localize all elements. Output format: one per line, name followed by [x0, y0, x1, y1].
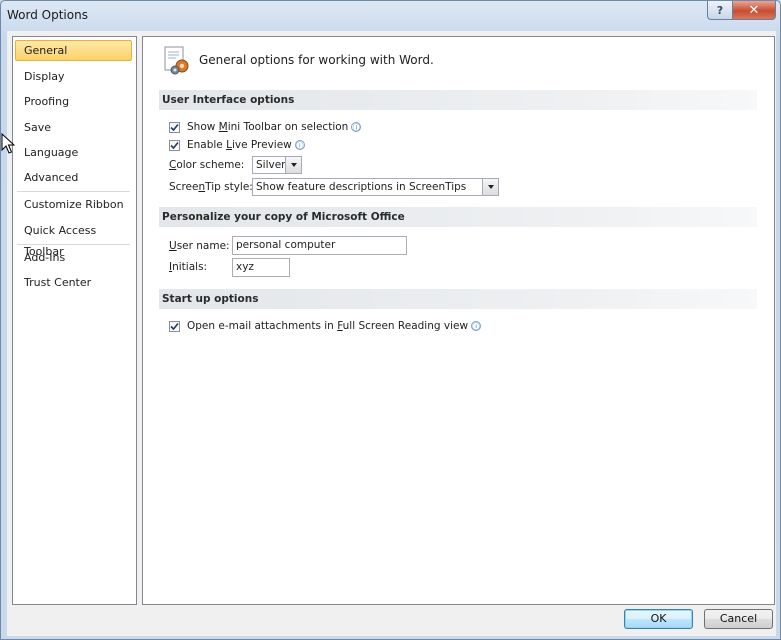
- mini-toolbar-checkbox[interactable]: [169, 121, 180, 133]
- initials-label: Initials:: [169, 261, 208, 273]
- close-button[interactable]: ✕: [732, 1, 776, 20]
- nav-item-display[interactable]: Display: [15, 66, 132, 87]
- nav-item-language[interactable]: Language: [15, 142, 132, 163]
- fullscreen-reading-checkbox[interactable]: [169, 320, 180, 332]
- help-button[interactable]: ?: [707, 1, 733, 20]
- chevron-down-icon[interactable]: [482, 179, 498, 195]
- live-preview-label: Enable Live Preview: [187, 139, 292, 151]
- options-nav-pane: General Display Proofing Save Language A…: [12, 36, 137, 605]
- help-icon: ?: [716, 3, 724, 17]
- general-options-icon: [164, 46, 189, 75]
- nav-item-add-ins[interactable]: Add-Ins: [15, 247, 132, 268]
- nav-item-trust-center[interactable]: Trust Center: [15, 272, 132, 293]
- section-header-startup: Start up options: [159, 289, 757, 309]
- check-icon: [170, 123, 179, 131]
- word-options-window: Word Options ? ✕ General Display Proofin…: [0, 0, 781, 640]
- nav-item-quick-access-toolbar[interactable]: Quick Access Toolbar: [15, 220, 132, 258]
- user-name-input[interactable]: personal computer: [232, 236, 407, 255]
- nav-item-proofing[interactable]: Proofing: [15, 91, 132, 112]
- section-header-personalize: Personalize your copy of Microsoft Offic…: [159, 207, 757, 227]
- title-bar[interactable]: Word Options ? ✕: [1, 1, 780, 29]
- check-icon: [170, 322, 179, 330]
- cancel-button[interactable]: Cancel: [704, 609, 773, 629]
- option-mini-toolbar[interactable]: Show Mini Toolbar on selection ⓘ: [169, 118, 362, 136]
- nav-item-general[interactable]: General: [15, 40, 132, 61]
- screentip-style-select[interactable]: Show feature descriptions in ScreenTips: [252, 178, 499, 196]
- info-icon[interactable]: ⓘ: [471, 321, 482, 331]
- chevron-down-icon[interactable]: [285, 157, 301, 173]
- nav-item-customize-ribbon[interactable]: Customize Ribbon: [15, 194, 132, 215]
- color-scheme-label: Color scheme:: [169, 159, 245, 171]
- nav-item-save[interactable]: Save: [15, 117, 132, 138]
- color-scheme-select[interactable]: Silver: [252, 156, 302, 174]
- option-live-preview[interactable]: Enable Live Preview ⓘ: [169, 136, 305, 154]
- fullscreen-reading-label: Open e-mail attachments in Full Screen R…: [187, 320, 469, 332]
- option-fullscreen-reading[interactable]: Open e-mail attachments in Full Screen R…: [169, 317, 482, 335]
- live-preview-checkbox[interactable]: [169, 139, 180, 151]
- info-icon[interactable]: ⓘ: [294, 140, 305, 150]
- general-options-panel: General options for working with Word. U…: [142, 36, 775, 605]
- mini-toolbar-label: Show Mini Toolbar on selection: [187, 121, 349, 133]
- page-header: General options for working with Word.: [199, 53, 434, 67]
- dialog-client-area: General Display Proofing Save Language A…: [7, 31, 776, 636]
- ok-button[interactable]: OK: [624, 609, 693, 629]
- nav-item-advanced[interactable]: Advanced: [15, 167, 132, 188]
- check-icon: [170, 141, 179, 149]
- window-title: Word Options: [7, 8, 88, 22]
- mouse-pointer-icon: [1, 133, 15, 154]
- nav-divider: [17, 244, 130, 245]
- nav-divider: [17, 191, 130, 192]
- info-icon[interactable]: ⓘ: [351, 122, 362, 132]
- user-name-label: User name:: [169, 240, 230, 252]
- section-header-ui: User Interface options: [159, 90, 757, 110]
- close-icon: ✕: [748, 2, 760, 18]
- screentip-style-label: ScreenTip style:: [169, 181, 253, 193]
- initials-input[interactable]: xyz: [232, 258, 290, 277]
